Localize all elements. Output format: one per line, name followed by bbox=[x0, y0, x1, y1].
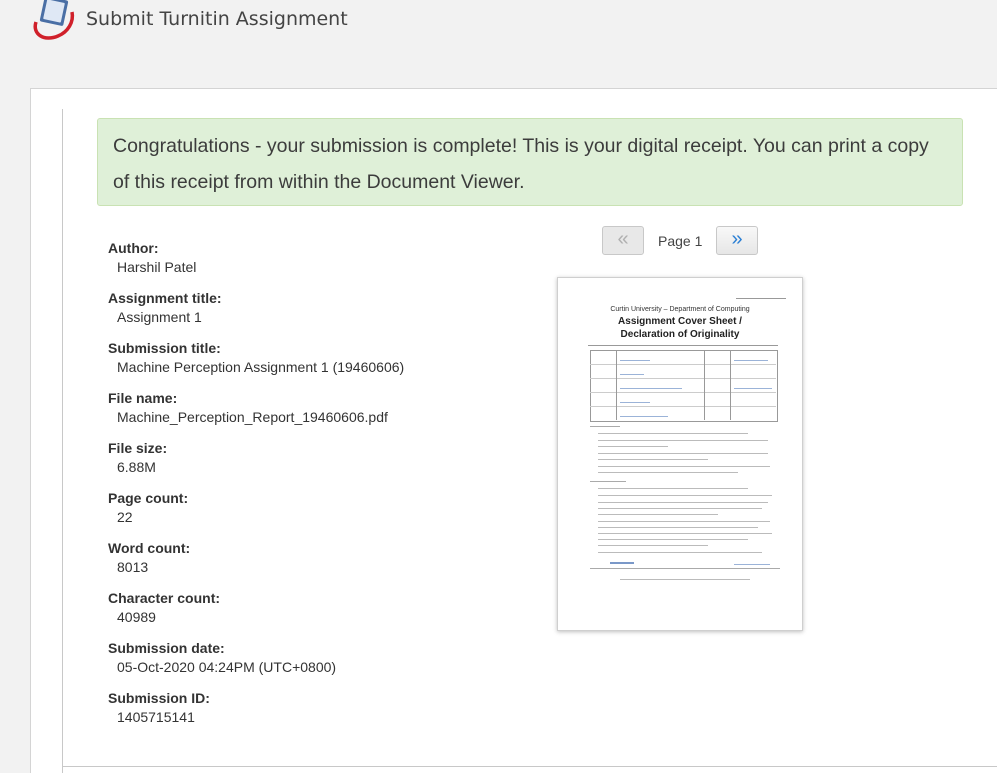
receipt-label: File size: bbox=[108, 440, 168, 456]
receipt-value: Machine Perception Assignment 1 (1946060… bbox=[117, 359, 405, 375]
doc-text-line bbox=[598, 539, 748, 540]
receipt-author: Author: Harshil Patel bbox=[108, 241, 468, 291]
receipt-value: 22 bbox=[117, 509, 133, 525]
doc-text-line bbox=[598, 502, 768, 503]
doc-handwriting bbox=[734, 388, 772, 389]
doc-text-line bbox=[598, 433, 748, 434]
doc-line-3: Declaration of Originality bbox=[620, 329, 740, 340]
receipt-label: Page count: bbox=[108, 490, 189, 506]
doc-text-line bbox=[598, 508, 762, 509]
doc-table-col bbox=[730, 350, 731, 420]
receipt-value: Machine_Perception_Report_19460606.pdf bbox=[117, 409, 388, 425]
doc-instruction-line bbox=[588, 345, 778, 346]
doc-handwriting bbox=[620, 416, 668, 417]
doc-table-rule bbox=[590, 378, 776, 379]
doc-handwriting bbox=[734, 360, 768, 361]
doc-text-line bbox=[590, 481, 626, 482]
page-indicator: Page 1 bbox=[658, 233, 703, 249]
doc-table-rule bbox=[590, 406, 776, 407]
doc-text-line bbox=[598, 545, 708, 546]
next-page-button[interactable]: » bbox=[716, 226, 758, 255]
doc-text-line bbox=[598, 527, 758, 528]
prev-page-button[interactable]: « bbox=[602, 226, 644, 255]
doc-table-col bbox=[616, 350, 617, 420]
doc-signature bbox=[610, 562, 634, 564]
doc-text-line bbox=[598, 488, 748, 489]
page-pager: « Page 1 » bbox=[602, 226, 758, 257]
receipt-submission-date: Submission date: 05-Oct-2020 04:24PM (UT… bbox=[108, 641, 468, 691]
receipt-label: Character count: bbox=[108, 590, 221, 606]
turnitin-logo-icon bbox=[33, 0, 75, 40]
receipt-value: 40989 bbox=[117, 609, 156, 625]
doc-handwriting bbox=[620, 374, 644, 375]
receipt-label: Word count: bbox=[108, 540, 191, 556]
receipt-submission-id: Submission ID: 1405715141 bbox=[108, 691, 468, 741]
doc-header-rule bbox=[736, 298, 786, 299]
doc-text-line bbox=[590, 426, 620, 427]
doc-text-line bbox=[598, 495, 772, 496]
receipt-value: Harshil Patel bbox=[117, 259, 197, 275]
doc-text-line bbox=[598, 533, 772, 534]
doc-text-line bbox=[598, 552, 762, 553]
doc-text-line bbox=[598, 459, 708, 460]
success-alert: Congratulations - your submission is com… bbox=[97, 118, 963, 206]
receipt-label: File name: bbox=[108, 390, 178, 406]
receipt-label: Assignment title: bbox=[108, 290, 222, 306]
doc-handwriting bbox=[620, 402, 650, 403]
doc-text-line bbox=[598, 466, 770, 467]
doc-table-rule bbox=[590, 392, 776, 393]
doc-text-line bbox=[598, 514, 718, 515]
receipt-label: Submission date: bbox=[108, 640, 225, 656]
doc-line-1: Curtin University – Department of Comput… bbox=[610, 306, 750, 313]
receipt-file-name: File name: Machine_Perception_Report_194… bbox=[108, 391, 468, 441]
doc-text-line bbox=[598, 453, 768, 454]
receipt-file-size: File size: 6.88M bbox=[108, 441, 468, 491]
receipt-page-count: Page count: 22 bbox=[108, 491, 468, 541]
receipt-details: Author: Harshil Patel Assignment title: … bbox=[108, 241, 468, 741]
doc-handwriting bbox=[734, 564, 770, 565]
receipt-word-count: Word count: 8013 bbox=[108, 541, 468, 591]
top-bar: Submit Turnitin Assignment bbox=[0, 0, 997, 88]
doc-table-rule bbox=[590, 364, 776, 365]
page-title: Submit Turnitin Assignment bbox=[86, 8, 348, 30]
receipt-value: 6.88M bbox=[117, 459, 156, 475]
success-message: Congratulations - your submission is com… bbox=[113, 135, 929, 193]
receipt-value: Assignment 1 bbox=[117, 309, 202, 325]
receipt-value: 8013 bbox=[117, 559, 149, 575]
doc-text-line bbox=[598, 521, 770, 522]
doc-signature-line bbox=[590, 568, 780, 569]
receipt-value: 05-Oct-2020 04:24PM (UTC+0800) bbox=[117, 659, 337, 675]
doc-line-2: Assignment Cover Sheet / bbox=[618, 316, 742, 327]
doc-text-line bbox=[620, 579, 750, 580]
doc-text-line bbox=[598, 440, 768, 441]
receipt-submission-title: Submission title: Machine Perception Ass… bbox=[108, 341, 468, 391]
doc-text-line bbox=[598, 446, 668, 447]
doc-handwriting bbox=[620, 360, 650, 361]
doc-table-col bbox=[704, 350, 705, 420]
doc-text-line bbox=[598, 472, 738, 473]
content-panel: Congratulations - your submission is com… bbox=[30, 88, 997, 773]
receipt-assignment-title: Assignment title: Assignment 1 bbox=[108, 291, 468, 341]
receipt-character-count: Character count: 40989 bbox=[108, 591, 468, 641]
receipt-label: Author: bbox=[108, 240, 159, 256]
document-preview[interactable]: Curtin University – Department of Comput… bbox=[557, 277, 803, 631]
receipt-value: 1405715141 bbox=[117, 709, 195, 725]
content-frame-bottom bbox=[62, 766, 997, 767]
receipt-label: Submission ID: bbox=[108, 690, 210, 706]
doc-handwriting bbox=[620, 388, 682, 389]
receipt-label: Submission title: bbox=[108, 340, 221, 356]
